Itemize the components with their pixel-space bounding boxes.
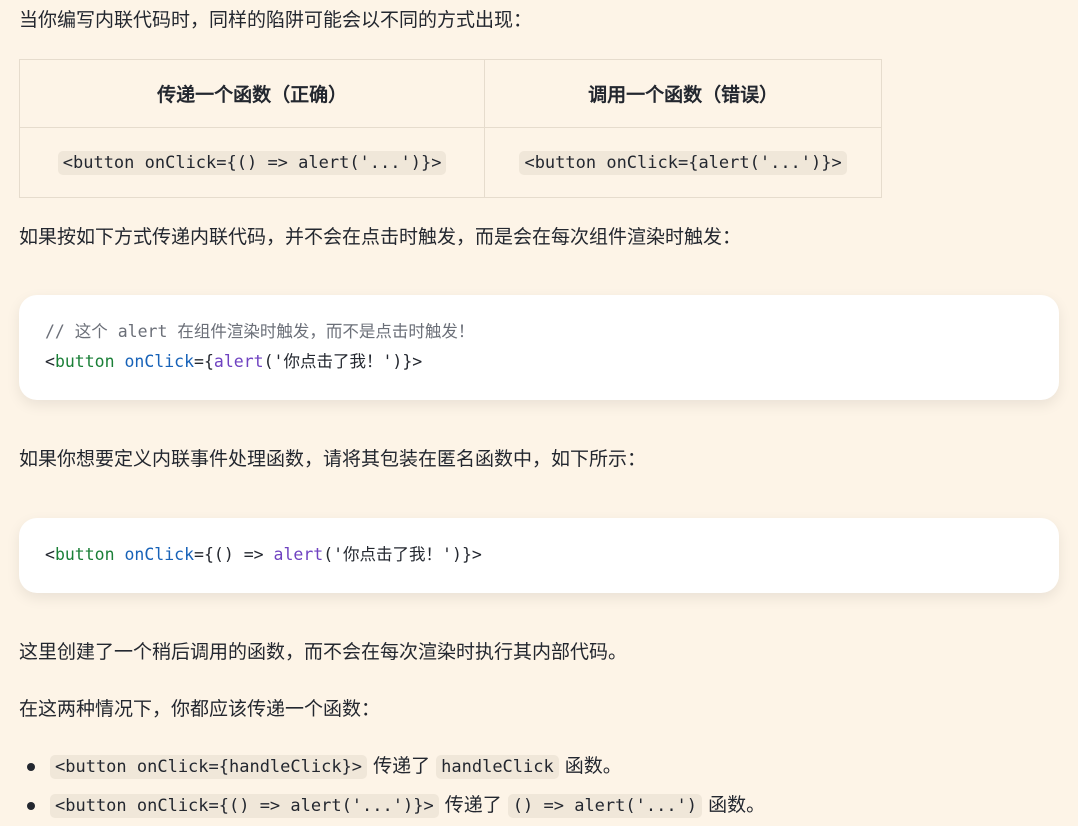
code-line: <button onClick={alert('你点击了我！')}> xyxy=(45,352,423,371)
comparison-table: 传递一个函数（正确） 调用一个函数（错误） <button onClick={(… xyxy=(18,59,882,198)
jsx-attr: onClick xyxy=(124,352,195,371)
code-correct-example: <button onClick={() => alert('...')}> xyxy=(57,150,447,175)
render-trigger-text: 如果按如下方式传递内联代码，并不会在点击时触发，而是会在每次组件渲染时触发： xyxy=(19,226,742,248)
jsx-attr: onClick xyxy=(124,545,195,564)
intro-text: 当你编写内联代码时，同样的陷阱可能会以不同的方式出现： xyxy=(19,9,533,31)
list-item: <button onClick={() => alert('...')}> 传递… xyxy=(0,787,765,826)
inline-code: <button onClick={handleClick}> xyxy=(50,755,368,779)
fn-call: alert xyxy=(213,352,264,371)
inline-code: <button onClick={() => alert('...')}> xyxy=(50,794,439,818)
code-wrong-example: <button onClick={alert('...')}> xyxy=(519,150,847,175)
table-cell-correct: <button onClick={() => alert('...')}> xyxy=(18,127,486,198)
inline-code: () => alert('...') xyxy=(507,794,703,818)
wrap-anon-text: 如果你想要定义内联事件处理函数，请将其包装在匿名函数中，如下所示： xyxy=(19,448,647,470)
code-block-anon-function[interactable]: <button onClick={() => alert('你点击了我！')}> xyxy=(19,518,1059,593)
later-call-text: 这里创建了一个稍后调用的函数，而不会在每次渲染时执行其内部代码。 xyxy=(19,641,628,663)
jsx-tag: button xyxy=(54,545,115,564)
code-comment: // 这个 alert 在组件渲染时触发，而不是点击时触发！ xyxy=(45,322,475,341)
code-block-render-trigger[interactable]: // 这个 alert 在组件渲染时触发，而不是点击时触发！ <button o… xyxy=(19,295,1059,400)
bullet-dot xyxy=(27,763,35,771)
bullet-dot xyxy=(27,802,35,810)
table-header-row: 传递一个函数（正确） 调用一个函数（错误） xyxy=(18,59,882,128)
table-header-correct: 传递一个函数（正确） xyxy=(18,59,486,128)
fn-call: alert xyxy=(273,545,324,564)
jsx-tag: button xyxy=(54,352,115,371)
table-row: <button onClick={() => alert('...')}> <b… xyxy=(18,127,882,198)
table-cell-wrong: <button onClick={alert('...')}> xyxy=(484,127,882,198)
table-header-wrong: 调用一个函数（错误） xyxy=(484,59,882,128)
list-item: <button onClick={handleClick}> 传递了 handl… xyxy=(0,748,765,787)
bullet-list: <button onClick={handleClick}> 传递了 handl… xyxy=(0,748,765,826)
both-cases-text: 在这两种情况下，你都应该传递一个函数： xyxy=(19,698,381,720)
code-line: <button onClick={() => alert('你点击了我！')}> xyxy=(45,545,482,564)
inline-code: handleClick xyxy=(436,755,559,779)
